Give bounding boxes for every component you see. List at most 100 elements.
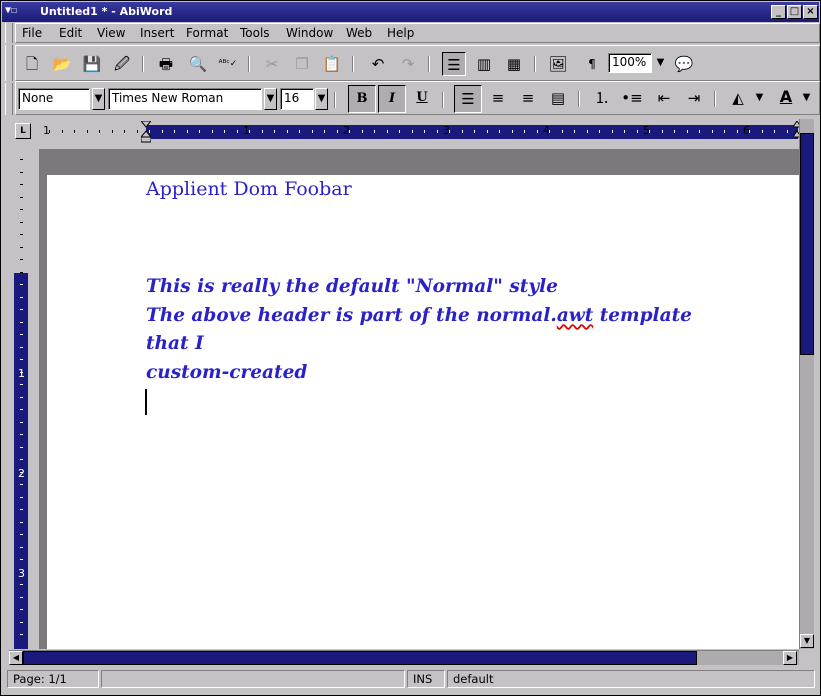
print-icon[interactable]: 🖶 — [154, 52, 178, 76]
body-text[interactable]: This is really the default "Normal" styl… — [146, 273, 706, 387]
separator — [142, 56, 144, 72]
ruler-tick — [20, 546, 23, 548]
three-column-icon[interactable]: ▦ — [502, 52, 526, 76]
scroll-right-arrow-icon[interactable]: ▶ — [783, 651, 797, 665]
ruler-tick — [336, 130, 338, 133]
document-area[interactable]: Applient Dom Foobar This is really the d… — [39, 149, 799, 649]
text-color-dropdown-icon[interactable]: ▼ — [800, 88, 813, 110]
font-size-combo[interactable]: 16 — [280, 88, 314, 110]
italic-button[interactable]: I — [378, 85, 406, 113]
paste-icon[interactable]: 📋 — [320, 52, 344, 76]
menu-format[interactable]: Format — [186, 26, 228, 40]
decrease-indent-icon[interactable]: ⇤ — [652, 86, 676, 110]
open-folder-icon[interactable]: 📂 — [50, 52, 74, 76]
ruler-tick — [649, 130, 650, 133]
ruler-tick — [20, 446, 23, 448]
highlight-color-icon[interactable]: ◭ — [726, 86, 750, 110]
misspelled-word[interactable]: awt — [557, 305, 593, 326]
menu-bar: File Edit View Insert Format Tools Windo… — [15, 23, 820, 43]
underline-button[interactable]: U — [408, 85, 436, 113]
ruler-tick — [20, 384, 23, 385]
print-preview-icon[interactable]: 🔍 — [186, 52, 210, 76]
ruler-number: 3 — [18, 567, 25, 580]
vertical-scrollbar[interactable]: ▼ — [799, 119, 814, 649]
help-icon[interactable]: 💬 — [672, 52, 696, 76]
font-dropdown-icon[interactable]: ▼ — [264, 88, 277, 110]
menu-edit[interactable]: Edit — [59, 26, 82, 40]
horizontal-scrollbar[interactable]: ◀ ▶ — [9, 650, 799, 665]
ruler-tick — [711, 130, 713, 133]
maximize-button[interactable]: □ — [787, 5, 802, 19]
ruler-tick — [786, 130, 788, 133]
menu-web[interactable]: Web — [346, 26, 372, 40]
two-column-icon[interactable]: ▥ — [472, 52, 496, 76]
ruler-tick — [261, 130, 263, 133]
header-text[interactable]: Applient Dom Foobar — [146, 178, 352, 200]
style-combo[interactable]: None — [18, 88, 90, 110]
horizontal-ruler[interactable]: 1 1 2 3 4 5 6 — [41, 120, 802, 143]
tab-stop-selector[interactable]: L — [15, 123, 31, 139]
save-icon[interactable]: 💾 — [80, 52, 104, 76]
menu-file[interactable]: File — [22, 26, 42, 40]
separator — [334, 92, 336, 108]
menu-tools[interactable]: Tools — [240, 26, 270, 40]
menu-window[interactable]: Window — [286, 26, 333, 40]
font-size-dropdown-icon[interactable]: ▼ — [315, 88, 328, 110]
title-bar[interactable]: ▼☐ Untitled1 * - AbiWord _ □ × — [2, 2, 819, 22]
page-indicator: Page: 1/1 — [7, 670, 99, 688]
redo-icon[interactable]: ↷ — [396, 52, 420, 76]
spellcheck-icon[interactable]: ᴬᴮᶜ✓ — [216, 52, 240, 76]
body-line-2: The above header is part of the normal.a… — [146, 304, 692, 355]
new-document-icon[interactable]: 🗋 — [20, 52, 44, 76]
text-color-icon[interactable]: A — [774, 85, 798, 109]
normal-view-icon[interactable]: ☰ — [442, 52, 466, 76]
numbered-list-icon[interactable]: ⒈ — [590, 86, 614, 110]
ruler-tick — [20, 271, 23, 273]
ruler-tick — [124, 130, 125, 133]
bulleted-list-icon[interactable]: •≡ — [620, 86, 644, 110]
toolbar-grip[interactable] — [5, 45, 13, 81]
ruler-tick — [349, 130, 350, 133]
justify-icon[interactable]: ▤ — [546, 86, 570, 110]
ruler-tick — [586, 130, 588, 133]
scroll-down-arrow-icon[interactable]: ▼ — [800, 634, 814, 648]
style-dropdown-icon[interactable]: ▼ — [92, 88, 105, 110]
menu-help[interactable]: Help — [387, 26, 414, 40]
align-right-icon[interactable]: ≡ — [516, 86, 540, 110]
insert-image-icon[interactable]: 🖼 — [546, 52, 570, 76]
vertical-scroll-thumb[interactable] — [800, 133, 814, 355]
window-menu-icon[interactable]: ▼☐ — [5, 5, 35, 19]
ruler-tick — [61, 130, 63, 133]
save-as-icon[interactable]: 🖉 — [110, 52, 134, 76]
text-cursor — [145, 389, 147, 415]
align-left-icon[interactable]: ☰ — [454, 85, 482, 113]
format-toolbar-grip[interactable] — [5, 83, 13, 115]
undo-icon[interactable]: ↶ — [366, 52, 390, 76]
minimize-button[interactable]: _ — [771, 5, 786, 19]
ruler-tick — [449, 130, 450, 133]
ruler-tick — [20, 421, 23, 423]
ruler-tick — [761, 130, 763, 133]
close-button[interactable]: × — [803, 5, 818, 19]
font-combo[interactable]: Times New Roman — [108, 88, 262, 110]
show-formatting-marks-icon[interactable]: ¶ — [580, 52, 604, 76]
highlight-dropdown-icon[interactable]: ▼ — [753, 88, 766, 110]
ruler-tick — [20, 334, 23, 335]
menu-view[interactable]: View — [97, 26, 125, 40]
increase-indent-icon[interactable]: ⇥ — [682, 86, 706, 110]
menubar-grip[interactable] — [5, 23, 13, 43]
separator — [534, 56, 536, 72]
zoom-dropdown-icon[interactable]: ▼ — [654, 53, 667, 73]
cut-icon[interactable]: ✂ — [260, 52, 284, 76]
document-page[interactable]: Applient Dom Foobar This is really the d… — [47, 175, 799, 649]
copy-icon[interactable]: ❐ — [290, 52, 314, 76]
ruler-tick — [20, 396, 23, 398]
horizontal-scroll-thumb[interactable] — [23, 651, 697, 665]
vertical-ruler[interactable]: 1 2 3 — [11, 149, 33, 649]
ruler-tick — [399, 130, 400, 133]
align-center-icon[interactable]: ≡ — [486, 86, 510, 110]
menu-insert[interactable]: Insert — [140, 26, 174, 40]
scroll-left-arrow-icon[interactable]: ◀ — [9, 651, 23, 665]
bold-button[interactable]: B — [348, 85, 376, 113]
zoom-combo[interactable]: 100% — [608, 53, 652, 73]
